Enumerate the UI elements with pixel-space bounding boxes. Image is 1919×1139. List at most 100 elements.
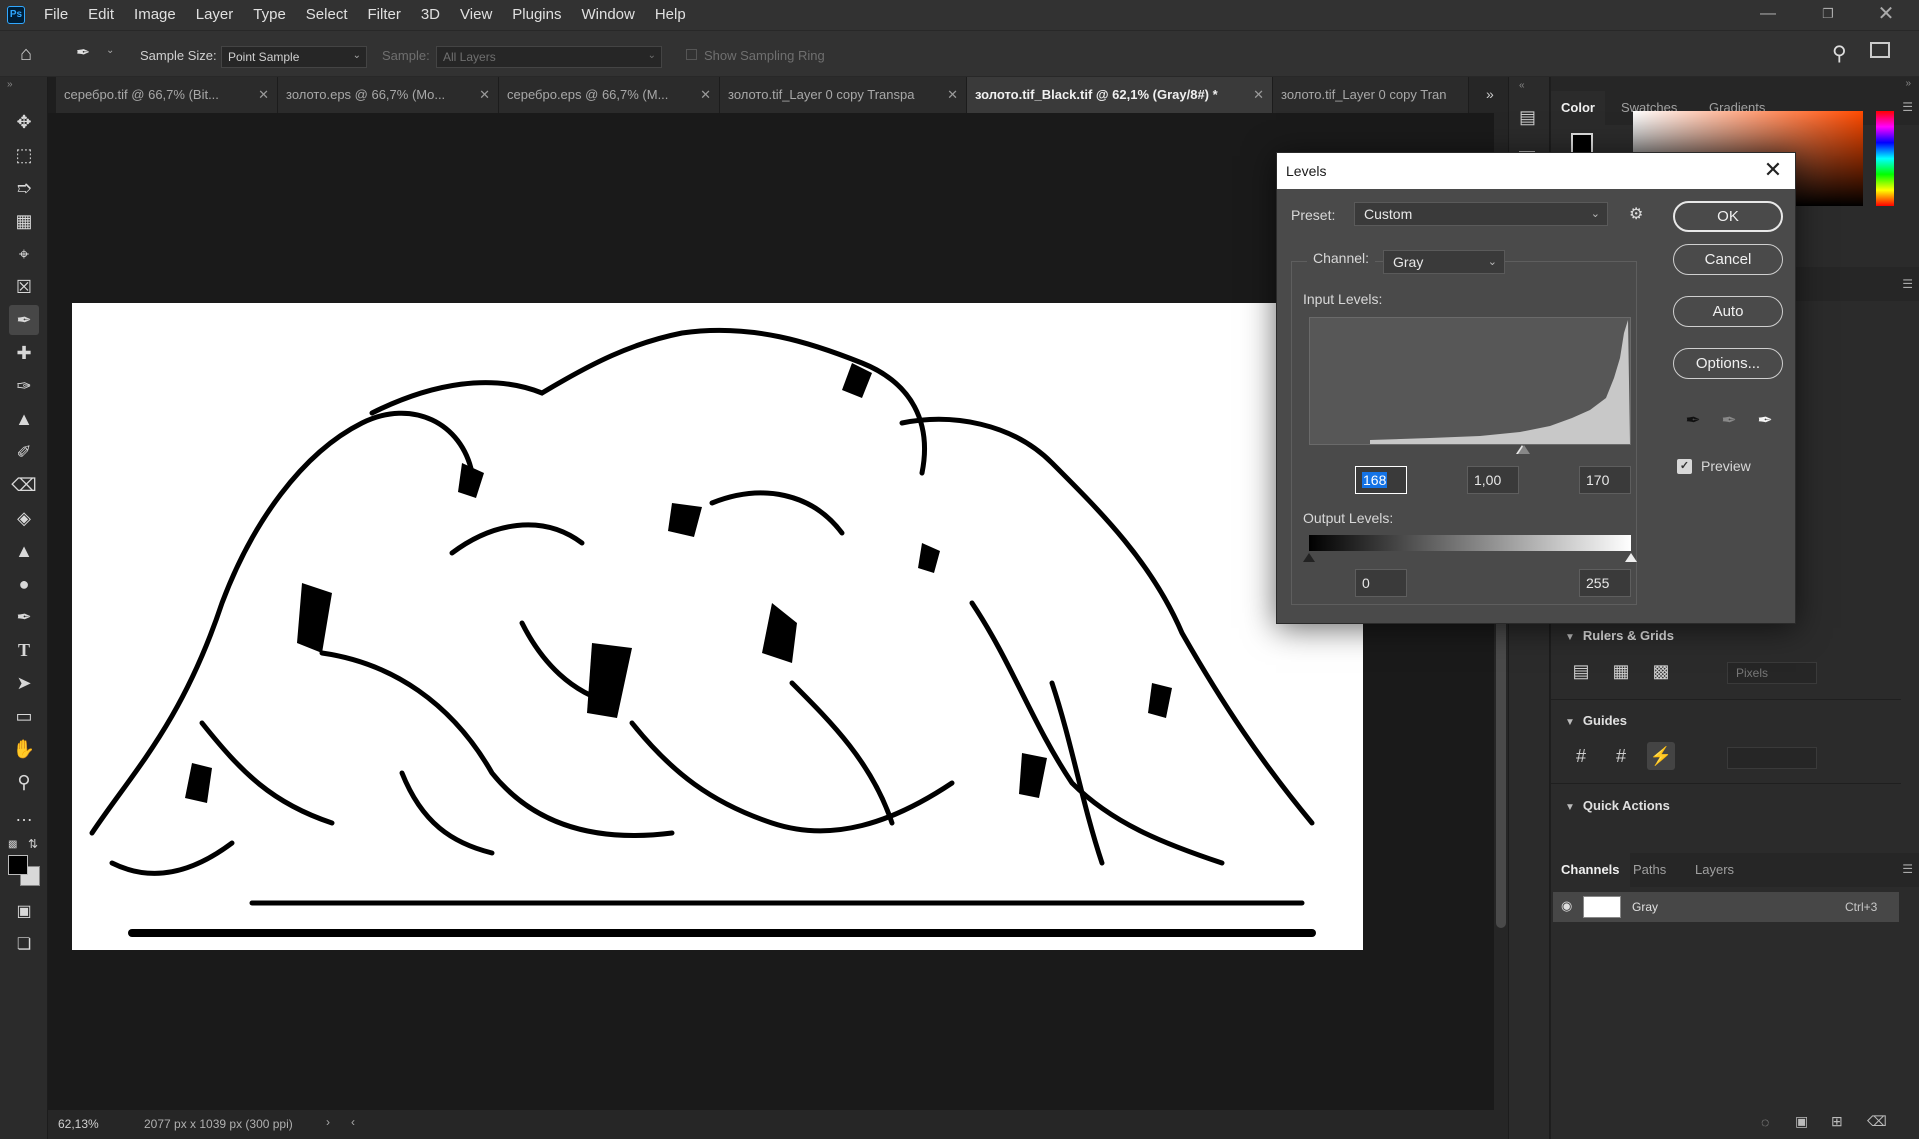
- menu-layer[interactable]: Layer: [186, 0, 244, 30]
- load-selection-icon[interactable]: ◌: [1761, 1114, 1769, 1130]
- expand-icon[interactable]: »: [1905, 78, 1911, 89]
- delete-channel-icon[interactable]: ⌫: [1867, 1113, 1887, 1130]
- default-colors-icon[interactable]: ▩: [8, 839, 17, 850]
- output-black-field[interactable]: 0: [1355, 569, 1407, 597]
- search-icon[interactable]: ⚲: [1832, 41, 1847, 66]
- object-selection-tool-icon[interactable]: ▦: [9, 206, 39, 236]
- rectangle-tool-icon[interactable]: ▭: [9, 701, 39, 731]
- menu-file[interactable]: File: [34, 0, 78, 30]
- preset-options-gear-icon[interactable]: ⚙: [1629, 204, 1643, 224]
- input-gamma-field[interactable]: 1,00: [1467, 466, 1519, 494]
- pixel-grid-icon[interactable]: ▩: [1647, 657, 1675, 685]
- panel-menu-icon[interactable]: ☰: [1902, 862, 1913, 876]
- lock-guides-icon[interactable]: #: [1607, 742, 1635, 770]
- document-canvas[interactable]: [72, 303, 1363, 950]
- channel-select[interactable]: Gray ⌄: [1383, 250, 1505, 274]
- close-tab-icon[interactable]: ✕: [1253, 77, 1264, 113]
- guide-style-select[interactable]: [1727, 747, 1817, 769]
- pen-tool-icon[interactable]: ✒: [9, 602, 39, 632]
- more-tabs-icon[interactable]: »: [1486, 86, 1494, 102]
- workspace-icon[interactable]: [1870, 42, 1890, 58]
- brush-tool-icon[interactable]: ✑: [9, 371, 39, 401]
- menu-edit[interactable]: Edit: [78, 0, 124, 30]
- black-point-eyedropper-icon[interactable]: ✒: [1679, 406, 1707, 434]
- menu-plugins[interactable]: Plugins: [502, 0, 571, 30]
- gray-point-eyedropper-icon[interactable]: ✒: [1715, 406, 1743, 434]
- smart-guides-icon[interactable]: ⚡: [1647, 742, 1675, 770]
- visibility-eye-icon[interactable]: ◉: [1561, 898, 1572, 914]
- guides-header[interactable]: ▼ Guides: [1565, 713, 1627, 728]
- more-tools-icon[interactable]: …: [9, 800, 39, 830]
- screen-mode-icon[interactable]: ❏: [9, 930, 39, 960]
- tab-layers[interactable]: Layers: [1685, 853, 1744, 887]
- menu-help[interactable]: Help: [645, 0, 696, 30]
- tab-document[interactable]: серебро.eps @ 66,7% (M... ✕: [499, 77, 720, 113]
- lasso-tool-icon[interactable]: ➱: [9, 173, 39, 203]
- menu-view[interactable]: View: [450, 0, 502, 30]
- save-selection-icon[interactable]: ▣: [1795, 1113, 1808, 1130]
- panel-menu-icon[interactable]: ☰: [1902, 100, 1913, 114]
- quick-mask-icon[interactable]: ▣: [9, 897, 39, 927]
- collapse-icon[interactable]: «: [1519, 80, 1525, 91]
- history-panel-icon[interactable]: ▤: [1519, 107, 1536, 128]
- paint-bucket-tool-icon[interactable]: ◈: [9, 503, 39, 533]
- guides-icon[interactable]: #: [1567, 742, 1595, 770]
- restore-icon[interactable]: ❐: [1800, 0, 1856, 30]
- new-channel-icon[interactable]: ⊞: [1831, 1113, 1843, 1130]
- dodge-tool-icon[interactable]: ●: [9, 569, 39, 599]
- home-icon[interactable]: ⌂: [20, 43, 32, 66]
- grid-icon[interactable]: ▦: [1607, 657, 1635, 685]
- close-tab-icon[interactable]: ✕: [947, 77, 958, 113]
- zoom-level-field[interactable]: 62,13%: [48, 1113, 110, 1135]
- zoom-tool-icon[interactable]: ⚲: [9, 767, 39, 797]
- chevron-left-icon[interactable]: ‹: [351, 1115, 355, 1129]
- panel-menu-icon[interactable]: ☰: [1902, 277, 1913, 291]
- tab-document[interactable]: золото.eps @ 66,7% (Mo... ✕: [278, 77, 499, 113]
- channel-row[interactable]: ◉ Gray Ctrl+3: [1553, 892, 1899, 922]
- ok-button[interactable]: OK: [1673, 201, 1783, 232]
- input-gamma-handle[interactable]: [1518, 445, 1530, 454]
- swap-colors-icon[interactable]: ⇅: [28, 837, 38, 851]
- hue-slider[interactable]: [1876, 111, 1894, 206]
- type-tool-icon[interactable]: T: [9, 635, 39, 665]
- marquee-tool-icon[interactable]: ⬚: [9, 140, 39, 170]
- eraser-tool-icon[interactable]: ⌫: [9, 470, 39, 500]
- history-brush-tool-icon[interactable]: ✐: [9, 437, 39, 467]
- tab-channels[interactable]: Channels: [1551, 853, 1630, 887]
- close-tab-icon[interactable]: ✕: [479, 77, 490, 113]
- tab-document[interactable]: золото.tif_Layer 0 copy Transpa ✕: [720, 77, 967, 113]
- chevron-right-icon[interactable]: ›: [326, 1115, 330, 1129]
- close-icon[interactable]: ✕: [1759, 156, 1787, 184]
- preview-checkbox[interactable]: ✓: [1677, 459, 1692, 474]
- hand-tool-icon[interactable]: ✋: [9, 734, 39, 764]
- close-tab-icon[interactable]: ✕: [700, 77, 711, 113]
- collapse-icon[interactable]: »: [7, 79, 13, 90]
- tab-paths[interactable]: Paths: [1623, 853, 1676, 887]
- quick-actions-header[interactable]: ▼ Quick Actions: [1565, 798, 1670, 813]
- menu-select[interactable]: Select: [296, 0, 358, 30]
- minimize-icon[interactable]: —: [1740, 0, 1796, 30]
- input-slider-track[interactable]: [1309, 445, 1631, 457]
- sample-size-select[interactable]: Point Sample ⌄: [221, 46, 367, 68]
- path-selection-tool-icon[interactable]: ➤: [9, 668, 39, 698]
- tab-document[interactable]: золото.tif_Layer 0 copy Tran: [1273, 77, 1469, 113]
- options-button[interactable]: Options...: [1673, 348, 1783, 379]
- white-point-eyedropper-icon[interactable]: ✒: [1751, 406, 1779, 434]
- tab-color[interactable]: Color: [1551, 91, 1605, 125]
- rulers-grids-header[interactable]: ▼ Rulers & Grids: [1565, 628, 1674, 643]
- menu-image[interactable]: Image: [124, 0, 186, 30]
- stamp-tool-icon[interactable]: ▲: [9, 404, 39, 434]
- foreground-color-swatch[interactable]: [8, 855, 28, 875]
- dialog-titlebar[interactable]: Levels ✕: [1277, 153, 1795, 189]
- tab-document[interactable]: серебро.tif @ 66,7% (Bit... ✕: [56, 77, 278, 113]
- close-tab-icon[interactable]: ✕: [258, 77, 269, 113]
- units-select[interactable]: Pixels: [1727, 662, 1817, 684]
- move-tool-icon[interactable]: ✥: [9, 107, 39, 137]
- menu-type[interactable]: Type: [243, 0, 296, 30]
- blur-tool-icon[interactable]: ▲: [9, 536, 39, 566]
- eyedropper-tool-preset-icon[interactable]: ✒: [76, 43, 90, 63]
- close-window-icon[interactable]: ✕: [1858, 0, 1914, 30]
- input-black-field[interactable]: 168: [1355, 466, 1407, 494]
- output-white-field[interactable]: 255: [1579, 569, 1631, 597]
- menu-3d[interactable]: 3D: [411, 0, 450, 30]
